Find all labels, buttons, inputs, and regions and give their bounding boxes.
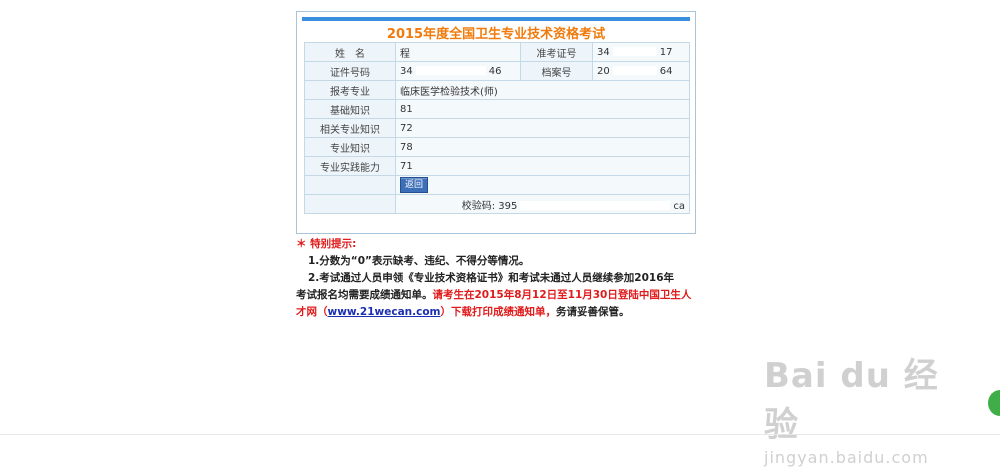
masked-region (520, 201, 671, 210)
file-suffix: 64 (659, 65, 673, 77)
table-row: 相关专业知识 72 (304, 118, 690, 138)
id-label: 证件号码 (304, 61, 396, 81)
ticket-label: 准考证号 (520, 42, 593, 62)
professional-score: 78 (395, 137, 690, 157)
score-panel: 2015年度全国卫生专业技术资格考试 姓 名 程 准考证号 34 17 证件号码 … (296, 11, 696, 234)
practice-label: 专业实践能力 (304, 156, 396, 176)
file-prefix: 20 (597, 65, 610, 77)
name-value: 程 (395, 42, 521, 62)
table-row: 姓 名 程 准考证号 34 17 (304, 42, 690, 62)
checksum-prefix: 395 (498, 200, 518, 212)
page-title: 2015年度全国卫生专业技术资格考试 (386, 27, 606, 42)
bottom-divider (0, 434, 1000, 435)
related-label: 相关专业知识 (304, 118, 396, 138)
button-cell: 返回 (395, 175, 690, 195)
baidu-logo: Bai du 经验 (764, 356, 939, 445)
floating-share-icon[interactable] (988, 390, 1000, 416)
notice-item-2-line3: 才网（www.21wecan.com）下载打印成绩通知单，务请妥善保管。 (296, 304, 706, 321)
masked-region (612, 47, 657, 56)
ticket-value: 34 17 (592, 42, 690, 62)
wecan-link[interactable]: www.21wecan.com (328, 306, 441, 318)
practice-score: 71 (395, 156, 690, 176)
checksum-suffix: ca (673, 200, 685, 212)
id-suffix: 46 (488, 65, 502, 77)
table-row: 报考专业 临床医学检验技术(师) (304, 80, 690, 100)
watermark-url: jingyan.baidu.com (764, 448, 929, 467)
empty-cell (304, 194, 396, 214)
table-row: 返回 (304, 175, 690, 195)
ticket-prefix: 34 (597, 46, 610, 58)
panel-accent-bar (302, 17, 690, 21)
empty-cell (304, 175, 396, 195)
notice-item-1: 1.分数为“0”表示缺考、违纪、不得分等情况。 (308, 255, 530, 267)
baidu-watermark: Bai du 经验 jingyan.baidu.com (764, 348, 964, 467)
masked-region (415, 66, 486, 75)
back-button[interactable]: 返回 (400, 177, 429, 193)
table-row: 基础知识 81 (304, 99, 690, 119)
professional-label: 专业知识 (304, 137, 396, 157)
notice-text: 考试报名均需要成绩通知单。 (296, 289, 433, 301)
table-row: 专业实践能力 71 (304, 156, 690, 176)
id-prefix: 34 (400, 65, 413, 77)
notice-item-2-line2: 考试报名均需要成绩通知单。请考生在2015年8月12日至11月30日登陆中国卫生… (296, 287, 706, 304)
notice-red-text: 请考生在2015年8月12日至11月30日登陆中国卫生人 (432, 289, 692, 301)
table-row: 专业知识 78 (304, 137, 690, 157)
notice-red-text: 才网（ (296, 306, 328, 318)
notice-red-text: ）下载打印成绩通知单， (440, 306, 557, 318)
file-label: 档案号 (520, 61, 593, 81)
score-table: 姓 名 程 准考证号 34 17 证件号码 34 46 档案号 20 64 报考专业 … (304, 42, 690, 214)
checksum-label: 校验码: (461, 200, 496, 212)
related-score: 72 (395, 118, 690, 138)
table-row: 证件号码 34 46 档案号 20 64 (304, 61, 690, 81)
special-notice: ＊ 特别提示: 1.分数为“0”表示缺考、违纪、不得分等情况。 2.考试通过人员… (296, 236, 706, 321)
table-row: 校验码: 395 ca (304, 194, 690, 214)
notice-text: 务请妥善保管。 (556, 306, 630, 318)
major-label: 报考专业 (304, 80, 396, 100)
checksum-cell: 校验码: 395 ca (395, 194, 690, 214)
notice-item-2-line1: 2.考试通过人员申领《专业技术资格证书》和考试未通过人员继续参加2016年 (308, 272, 675, 284)
major-value: 临床医学检验技术(师) (395, 80, 690, 100)
file-value: 20 64 (592, 61, 690, 81)
notice-header: ＊ 特别提示: (296, 238, 357, 250)
ticket-suffix: 17 (659, 46, 673, 58)
id-value: 34 46 (395, 61, 521, 81)
name-label: 姓 名 (304, 42, 396, 62)
basic-score: 81 (395, 99, 690, 119)
masked-region (612, 66, 657, 75)
basic-label: 基础知识 (304, 99, 396, 119)
